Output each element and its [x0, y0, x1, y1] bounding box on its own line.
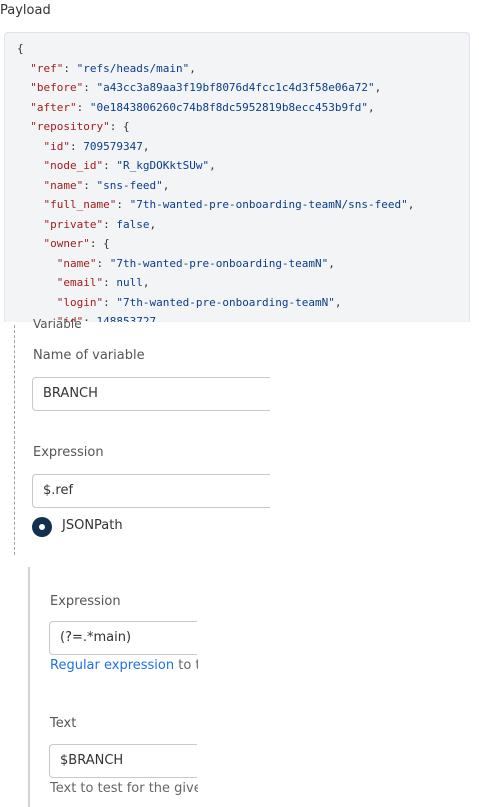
code-key: "owner" [43, 237, 90, 250]
code-value: "7th-wanted-pre-onboarding-teamN" [116, 295, 335, 309]
payload-code-line: "before": "a43cc3a89aa3f19bf8076d4fcc1c4… [30, 81, 382, 94]
code-punct: { [122, 120, 130, 133]
code-key: "node_id" [43, 159, 104, 172]
payload-code-line: "node_id": "R_kgDOKktSUw", [43, 159, 216, 172]
code-key: "name" [56, 256, 97, 270]
code-key: "name" [43, 178, 84, 192]
code-punct: , [142, 276, 150, 289]
code-key: "login" [56, 295, 104, 309]
code-punct: , [189, 61, 196, 75]
code-punct: { [17, 42, 24, 55]
code-value: "R_kgDOKktSUw" [116, 159, 210, 172]
variable-name-label: Name of variable [33, 348, 145, 363]
payload-code-line: "email": null, [56, 276, 150, 289]
variable-expression-input[interactable]: $.ref [32, 474, 270, 508]
code-value: false [116, 217, 150, 231]
code-key: "id" [43, 139, 71, 153]
code-key: "email" [56, 276, 104, 289]
filter-text-input[interactable]: $BRANCH [49, 744, 197, 778]
variable-section-border [14, 325, 15, 555]
payload-code-line: "private": false, [43, 217, 157, 231]
payload-code-line: "name": "7th-wanted-pre-onboarding-teamN… [56, 256, 335, 270]
code-value: "refs/heads/main" [76, 61, 190, 75]
filter-expression-label: Expression [50, 594, 121, 609]
filter-text-label: Text [50, 716, 77, 731]
payload-code-line: "repository": { [30, 120, 130, 133]
code-punct: , [209, 159, 216, 172]
code-punct: , [328, 256, 335, 270]
payload-code-line: "owner": { [43, 237, 110, 250]
payload-code-line: "name": "sns-feed", [43, 178, 170, 192]
payload-code-line: { [17, 39, 469, 59]
code-value: "sns-feed" [96, 178, 163, 192]
code-key: "full_name" [43, 198, 117, 211]
filter-expression-help: Regular expression to t [50, 658, 198, 673]
code-punct: , [149, 217, 157, 231]
code-value: "0e1843806260c74b8f8dc5952819b8ecc453b9f… [89, 100, 369, 114]
variable-section-label: Variable [33, 318, 82, 328]
code-punct: { [103, 237, 110, 250]
code-value: null [116, 276, 143, 289]
filter-expression-help-text: to t [174, 658, 198, 673]
jsonpath-radio[interactable] [32, 517, 52, 537]
code-punct: , [407, 198, 415, 211]
code-value: "7th-wanted-pre-onboarding-teamN" [109, 256, 329, 270]
code-punct: , [142, 139, 150, 153]
code-punct: , [334, 295, 342, 309]
payload-code-line: "after": "0e1843806260c74b8f8dc5952819b8… [30, 100, 375, 114]
variable-name-input[interactable]: BRANCH [32, 377, 270, 411]
jsonpath-radio-label: JSONPath [62, 518, 123, 533]
payload-code-line: "id": 709579347, [43, 139, 150, 153]
code-punct: , [368, 100, 375, 114]
filter-section-border [28, 567, 30, 807]
regular-expression-link[interactable]: Regular expression [50, 658, 174, 673]
code-value: 709579347 [83, 139, 143, 153]
code-key: "private" [43, 217, 104, 231]
filter-expression-input[interactable]: (?=.*main) [49, 621, 197, 655]
payload-code-line: "ref": "refs/heads/main", [30, 61, 196, 75]
code-key: "before" [30, 81, 84, 94]
filter-text-help: Text to test for the give [50, 781, 198, 796]
variable-expression-label: Expression [33, 445, 104, 460]
code-punct: , [374, 81, 382, 94]
code-value: "7th-wanted-pre-onboarding-teamN/sns-fee… [129, 198, 408, 211]
code-punct: , [162, 178, 170, 192]
code-key: "ref" [30, 61, 64, 75]
payload-title: Payload [0, 3, 51, 18]
payload-code-line: "id": 148853727 [17, 312, 469, 322]
payload-code-line: "full_name": "7th-wanted-pre-onboarding-… [43, 198, 415, 211]
code-value: 148853727 [96, 315, 157, 322]
payload-code-line: "login": "7th-wanted-pre-onboarding-team… [56, 295, 342, 309]
code-key: "after" [30, 100, 77, 114]
code-value: "a43cc3a89aa3f19bf8076d4fcc1c4d3f58e06a7… [96, 81, 375, 94]
payload-code-block[interactable]: { "ref": "refs/heads/main", "before": "a… [4, 32, 470, 322]
code-key: "repository" [30, 120, 110, 133]
